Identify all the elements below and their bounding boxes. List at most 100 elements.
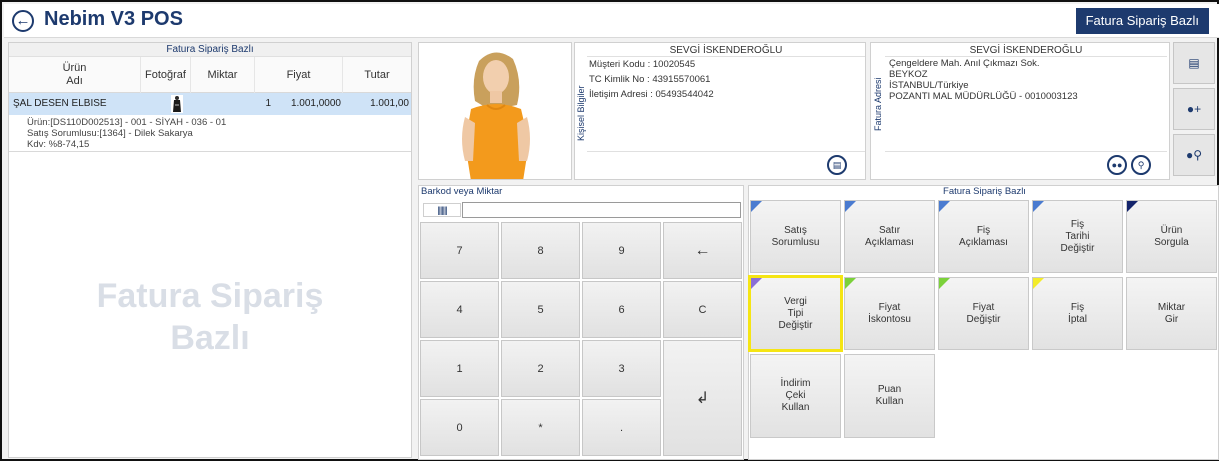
product-thumbnail bbox=[171, 95, 183, 113]
button-label: Fiyat İskontosu bbox=[868, 301, 911, 325]
row-fiyat: 1.001,0000 bbox=[290, 98, 341, 109]
clear-key[interactable]: C bbox=[663, 281, 742, 338]
row-product-name: ŞAL DESEN ELBISE bbox=[13, 98, 107, 109]
address-line-4: POZANTI MAL MÜDÜRLÜĞÜ - 0010003123 bbox=[889, 91, 1078, 102]
customer-photo-image bbox=[419, 43, 571, 179]
key-7[interactable]: 7 bbox=[420, 222, 499, 279]
button-label: Ürün Sorgula bbox=[1154, 224, 1189, 248]
corner-marker bbox=[845, 278, 856, 289]
fis-tarihi-degistir-button[interactable]: Fiş Tarihi Değiştir bbox=[1032, 200, 1123, 273]
mode-badge: Fatura Sipariş Bazlı bbox=[1075, 8, 1209, 34]
key-dot[interactable]: . bbox=[582, 399, 661, 456]
header: ← Nebim V3 POS Fatura Sipariş Bazlı bbox=[4, 4, 1219, 38]
fiyat-degistir-button[interactable]: Fiyat Değiştir bbox=[938, 277, 1029, 350]
column-header-miktar[interactable]: Miktar bbox=[191, 57, 255, 93]
divider bbox=[885, 151, 1167, 152]
fis-iptal-button[interactable]: Fiş İptal bbox=[1032, 277, 1123, 350]
customer-side-toolbar: ▤ ●+ ●⚲ bbox=[1173, 42, 1217, 180]
corner-marker bbox=[751, 278, 762, 289]
function-panel-title: Fatura Sipariş Bazlı bbox=[943, 186, 1026, 197]
personal-info-label: Kişisel Bilgiler bbox=[576, 85, 586, 141]
enter-key[interactable]: ↲ bbox=[663, 340, 742, 456]
vergi-tipi-degistir-button[interactable]: Vergi Tipi Değiştir bbox=[748, 275, 843, 352]
button-label: Fiş Tarihi Değiştir bbox=[1060, 218, 1095, 254]
billing-address-card: Fatura Adresi SEVGİ İSKENDEROĞLU Çengeld… bbox=[870, 42, 1170, 180]
row-detail: Ürün:[DS110D002513] - 001 - SİYAH - 036 … bbox=[9, 115, 411, 152]
person-search-icon[interactable]: ●⚲ bbox=[1173, 134, 1215, 176]
billing-address-label: Fatura Adresi bbox=[873, 77, 883, 131]
contact-card-icon[interactable]: ▤ bbox=[827, 155, 847, 175]
key-2[interactable]: 2 bbox=[501, 340, 580, 397]
urun-sorgula-button[interactable]: Ürün Sorgula bbox=[1126, 200, 1217, 273]
barcode-numpad: Barkod veya Miktar ||||||| 7 8 9 ← 4 5 6… bbox=[418, 185, 744, 460]
app-title: Nebim V3 POS bbox=[44, 8, 183, 30]
customer-photo bbox=[418, 42, 572, 180]
contact-card-icon[interactable]: ▤ bbox=[1173, 42, 1215, 84]
barcode-input[interactable] bbox=[462, 202, 741, 218]
address-line-1: Çengeldere Mah. Anıl Çıkmazı Sok. bbox=[889, 58, 1040, 69]
fiyat-iskontosu-button[interactable]: Fiyat İskontosu bbox=[844, 277, 935, 350]
row-tutar: 1.001,00 bbox=[370, 98, 409, 109]
product-grid: Fatura Sipariş Bazlı Ürün Adı Fotoğraf M… bbox=[8, 42, 412, 458]
key-4[interactable]: 4 bbox=[420, 281, 499, 338]
customer-name: SEVGİ İSKENDEROĞLU bbox=[587, 45, 865, 57]
numpad-title: Barkod veya Miktar bbox=[421, 186, 503, 197]
customer-tc-no: TC Kimlik No : 43915570061 bbox=[589, 74, 711, 85]
corner-marker bbox=[939, 278, 950, 289]
key-0[interactable]: 0 bbox=[420, 399, 499, 456]
mode-watermark: Fatura Sipariş Bazlı bbox=[96, 277, 324, 357]
button-label: Miktar Gir bbox=[1157, 301, 1186, 325]
customer-code: Müşteri Kodu : 10020545 bbox=[589, 59, 696, 70]
person-add-icon[interactable]: ●+ bbox=[1173, 88, 1215, 130]
button-label: Fiyat Değiştir bbox=[966, 301, 1001, 325]
function-panel: Fatura Sipariş Bazlı Satış Sorumlusu Sat… bbox=[748, 185, 1219, 460]
button-label: Satır Açıklaması bbox=[865, 224, 914, 248]
key-star[interactable]: * bbox=[501, 399, 580, 456]
satis-sorumlusu-button[interactable]: Satış Sorumlusu bbox=[750, 200, 841, 273]
address-line-2: BEYKOZ bbox=[889, 69, 928, 80]
corner-marker bbox=[1033, 278, 1044, 289]
key-1[interactable]: 1 bbox=[420, 340, 499, 397]
table-row[interactable]: ŞAL DESEN ELBISE 1 1.001,0000 1.001,00 bbox=[9, 93, 411, 115]
address-name: SEVGİ İSKENDEROĞLU bbox=[885, 45, 1167, 57]
divider bbox=[587, 151, 865, 152]
address-line-3: İSTANBUL/Türkiye bbox=[889, 80, 969, 91]
corner-marker bbox=[845, 201, 856, 212]
location-pin-icon[interactable]: ⚲ bbox=[1131, 155, 1151, 175]
barcode-icon[interactable]: ||||||| bbox=[423, 203, 461, 217]
column-header-tutar[interactable]: Tutar bbox=[343, 57, 411, 93]
key-9[interactable]: 9 bbox=[582, 222, 661, 279]
indirim-ceki-kullan-button[interactable]: İndirim Çeki Kullan bbox=[750, 354, 841, 438]
column-header-urun-adi[interactable]: Ürün Adı bbox=[9, 57, 141, 93]
corner-marker bbox=[751, 201, 762, 212]
key-6[interactable]: 6 bbox=[582, 281, 661, 338]
row-detail-product: Ürün:[DS110D002513] - 001 - SİYAH - 036 … bbox=[27, 117, 227, 128]
column-header-fotograf[interactable]: Fotoğraf bbox=[141, 57, 191, 93]
button-label: Satış Sorumlusu bbox=[771, 224, 820, 248]
button-label: Fiş Açıklaması bbox=[959, 224, 1008, 248]
miktar-gir-button[interactable]: Miktar Gir bbox=[1126, 277, 1217, 350]
grid-title: Fatura Sipariş Bazlı bbox=[9, 43, 411, 57]
app-frame: ← Nebim V3 POS Fatura Sipariş Bazlı Fatu… bbox=[0, 0, 1219, 461]
key-5[interactable]: 5 bbox=[501, 281, 580, 338]
key-8[interactable]: 8 bbox=[501, 222, 580, 279]
button-label: İndirim Çeki Kullan bbox=[780, 378, 811, 413]
button-label: Fiş İptal bbox=[1068, 301, 1087, 325]
grid-header: Ürün Adı Fotoğraf Miktar Fiyat Tutar bbox=[9, 57, 411, 93]
row-detail-vat: Kdv: %8-74,15 bbox=[27, 139, 90, 150]
button-label: Puan Kullan bbox=[875, 384, 904, 407]
corner-marker bbox=[1033, 201, 1044, 212]
customer-info-card: Kişisel Bilgiler SEVGİ İSKENDEROĞLU Müşt… bbox=[574, 42, 866, 180]
satir-aciklamasi-button[interactable]: Satır Açıklaması bbox=[844, 200, 935, 273]
corner-marker bbox=[939, 201, 950, 212]
key-3[interactable]: 3 bbox=[582, 340, 661, 397]
customer-contact: İletişim Adresi : 05493544042 bbox=[589, 89, 714, 100]
puan-kullan-button[interactable]: Puan Kullan bbox=[844, 354, 935, 438]
corner-marker bbox=[1127, 201, 1138, 212]
backspace-key[interactable]: ← bbox=[663, 222, 742, 279]
back-arrow-icon[interactable]: ← bbox=[12, 10, 34, 32]
button-label: Vergi Tipi Değiştir bbox=[778, 295, 813, 331]
group-icon[interactable]: ●● bbox=[1107, 155, 1127, 175]
fis-aciklamasi-button[interactable]: Fiş Açıklaması bbox=[938, 200, 1029, 273]
column-header-fiyat[interactable]: Fiyat bbox=[255, 57, 343, 93]
